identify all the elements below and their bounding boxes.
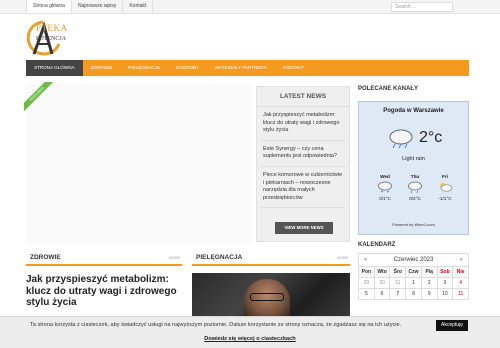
- article-photo[interactable]: [192, 273, 350, 319]
- calendar-widget: « Czerwiec 2023 » Pon Wto Śro Czw Pią So…: [358, 253, 469, 315]
- calendar-day[interactable]: 9: [421, 289, 438, 300]
- top-nav-contact[interactable]: Kontakt: [123, 0, 154, 13]
- weather-description: Light rain: [402, 156, 425, 162]
- nav-item-contact[interactable]: KONTAKT: [275, 60, 312, 76]
- calendar-day[interactable]: 4: [453, 278, 469, 289]
- featured-ribbon: FEATURED: [24, 82, 58, 116]
- forecast-day-name: Fri: [442, 174, 448, 179]
- weather-forecast: Wed 0/1°C Thu 0/2°C Fri -1/1°C: [371, 174, 459, 201]
- cookie-info-link[interactable]: Dowiedz się więcej o ciasteczkach: [0, 336, 500, 342]
- calendar-day-today[interactable]: 7: [390, 289, 407, 300]
- nav-item-health[interactable]: ZDROWIE: [83, 60, 121, 76]
- calendar-day[interactable]: 31: [390, 278, 407, 289]
- cookie-accept-button[interactable]: Akceptuję: [436, 320, 468, 331]
- nav-item-home[interactable]: STRONA GŁÓWNA: [26, 60, 83, 76]
- search-input[interactable]: Search ...: [391, 2, 453, 12]
- category-care: PIELĘGNACJA MORE: [192, 252, 350, 266]
- latest-news-title: LATEST NEWS: [257, 87, 349, 107]
- calendar-day[interactable]: 2: [421, 278, 438, 289]
- view-more-news-button[interactable]: VIEW MORE NEWS: [275, 222, 333, 234]
- calendar-dow: Sob: [437, 267, 454, 278]
- calendar-next-button[interactable]: »: [460, 254, 463, 267]
- news-item[interactable]: Este Synergy – czy cena suplementu jest …: [261, 141, 345, 167]
- channels-title: POLECANE KANAŁY: [358, 86, 419, 92]
- category-title[interactable]: PIELĘGNACJA: [196, 254, 242, 261]
- top-bar: Strona główna Najnowsze wpisy Kontakt Se…: [0, 0, 500, 14]
- forecast-day: Wed 0/1°C: [371, 174, 399, 201]
- weather-temperature: 2°c: [419, 129, 443, 146]
- calendar-day[interactable]: 11: [453, 289, 469, 300]
- top-nav: Strona główna Najnowsze wpisy Kontakt: [26, 0, 154, 13]
- calendar-day[interactable]: 29: [359, 278, 375, 289]
- nav-item-partner[interactable]: MATERIAŁY PARTNERA: [207, 60, 274, 76]
- forecast-day-temp: 0/2°C: [409, 196, 421, 201]
- category-health: ZDROWIE MORE: [26, 252, 182, 266]
- nav-item-diseases[interactable]: CHOROBY: [168, 60, 207, 76]
- top-nav-home[interactable]: Strona główna: [26, 0, 72, 13]
- top-nav-latest[interactable]: Najnowsze wpisy: [72, 0, 124, 13]
- calendar-day[interactable]: 30: [374, 278, 391, 289]
- news-item[interactable]: Piece komorowe w cukiernictwie i piekarn…: [261, 167, 345, 209]
- cloud-snow-icon: [378, 181, 392, 193]
- calendar-title: KALENDARZ: [358, 242, 396, 248]
- calendar-dow: Śro: [390, 267, 407, 278]
- category-more-link[interactable]: MORE: [338, 256, 349, 260]
- forecast-day-temp: 0/1°C: [379, 196, 391, 201]
- category-title[interactable]: ZDROWIE: [30, 254, 61, 261]
- calendar-dow: Czw: [406, 267, 422, 278]
- calendar-day[interactable]: 3: [437, 278, 454, 289]
- calendar-grid: Pon Wto Śro Czw Pią Sob Nie 29 30 31 1 2…: [358, 266, 469, 300]
- cloud-rain-icon: [389, 129, 413, 149]
- calendar-day[interactable]: 5: [359, 289, 375, 300]
- news-item[interactable]: Jak przyspieszyć metabolizm: klucz do ut…: [261, 107, 345, 141]
- calendar-day[interactable]: 8: [406, 289, 422, 300]
- featured-slider[interactable]: [26, 84, 252, 244]
- calendar-day[interactable]: 10: [437, 289, 454, 300]
- weather-city: Pogoda w Warszawie: [383, 108, 444, 114]
- featured-ribbon-label: FEATURED: [24, 82, 56, 113]
- forecast-day-name: Wed: [380, 174, 390, 179]
- photo-glasses: [250, 293, 284, 301]
- calendar-month: Czerwiec 2023: [393, 257, 434, 263]
- calendar-dow: Pon: [359, 267, 375, 278]
- article-title[interactable]: Jak przyspieszyć metabolizm: klucz do ut…: [26, 274, 188, 309]
- latest-news-panel: LATEST NEWS Jak przyspieszyć metabolizm:…: [256, 86, 350, 242]
- forecast-day-temp: -1/1°C: [438, 196, 452, 201]
- calendar-day[interactable]: 1: [406, 278, 422, 289]
- calendar-day[interactable]: 6: [374, 289, 391, 300]
- forecast-day: Thu 0/2°C: [401, 174, 429, 201]
- partly-cloudy-icon: [440, 183, 453, 192]
- main-nav: STRONA GŁÓWNA ZDROWIE PIELĘGNACJA CHOROB…: [26, 60, 469, 76]
- logo-text-sub: POTENCJA: [36, 36, 67, 42]
- forecast-day-name: Thu: [410, 174, 420, 179]
- nav-item-care[interactable]: PIELĘGNACJA: [120, 60, 168, 76]
- logo-text-main: PTEKA: [36, 23, 68, 33]
- cloud-rain-icon: [408, 181, 422, 194]
- calendar-dow: Nie: [453, 267, 469, 278]
- cookie-bar: Ta strona korzysta z ciasteczek, aby świ…: [0, 316, 500, 348]
- calendar-prev-button[interactable]: «: [364, 254, 367, 267]
- calendar-header: « Czerwiec 2023 »: [358, 253, 469, 266]
- weather-powered-by[interactable]: Powered by Weer1.com: [359, 222, 468, 227]
- category-more-link[interactable]: MORE: [170, 256, 181, 260]
- calendar-dow: Pią: [421, 267, 438, 278]
- weather-widget[interactable]: Pogoda w Warszawie 2°c Light rain Wed 0/…: [358, 101, 469, 235]
- forecast-day: Fri -1/1°C: [431, 174, 459, 201]
- cookie-text: Ta strona korzysta z ciasteczek, aby świ…: [30, 322, 402, 328]
- calendar-dow: Wto: [374, 267, 391, 278]
